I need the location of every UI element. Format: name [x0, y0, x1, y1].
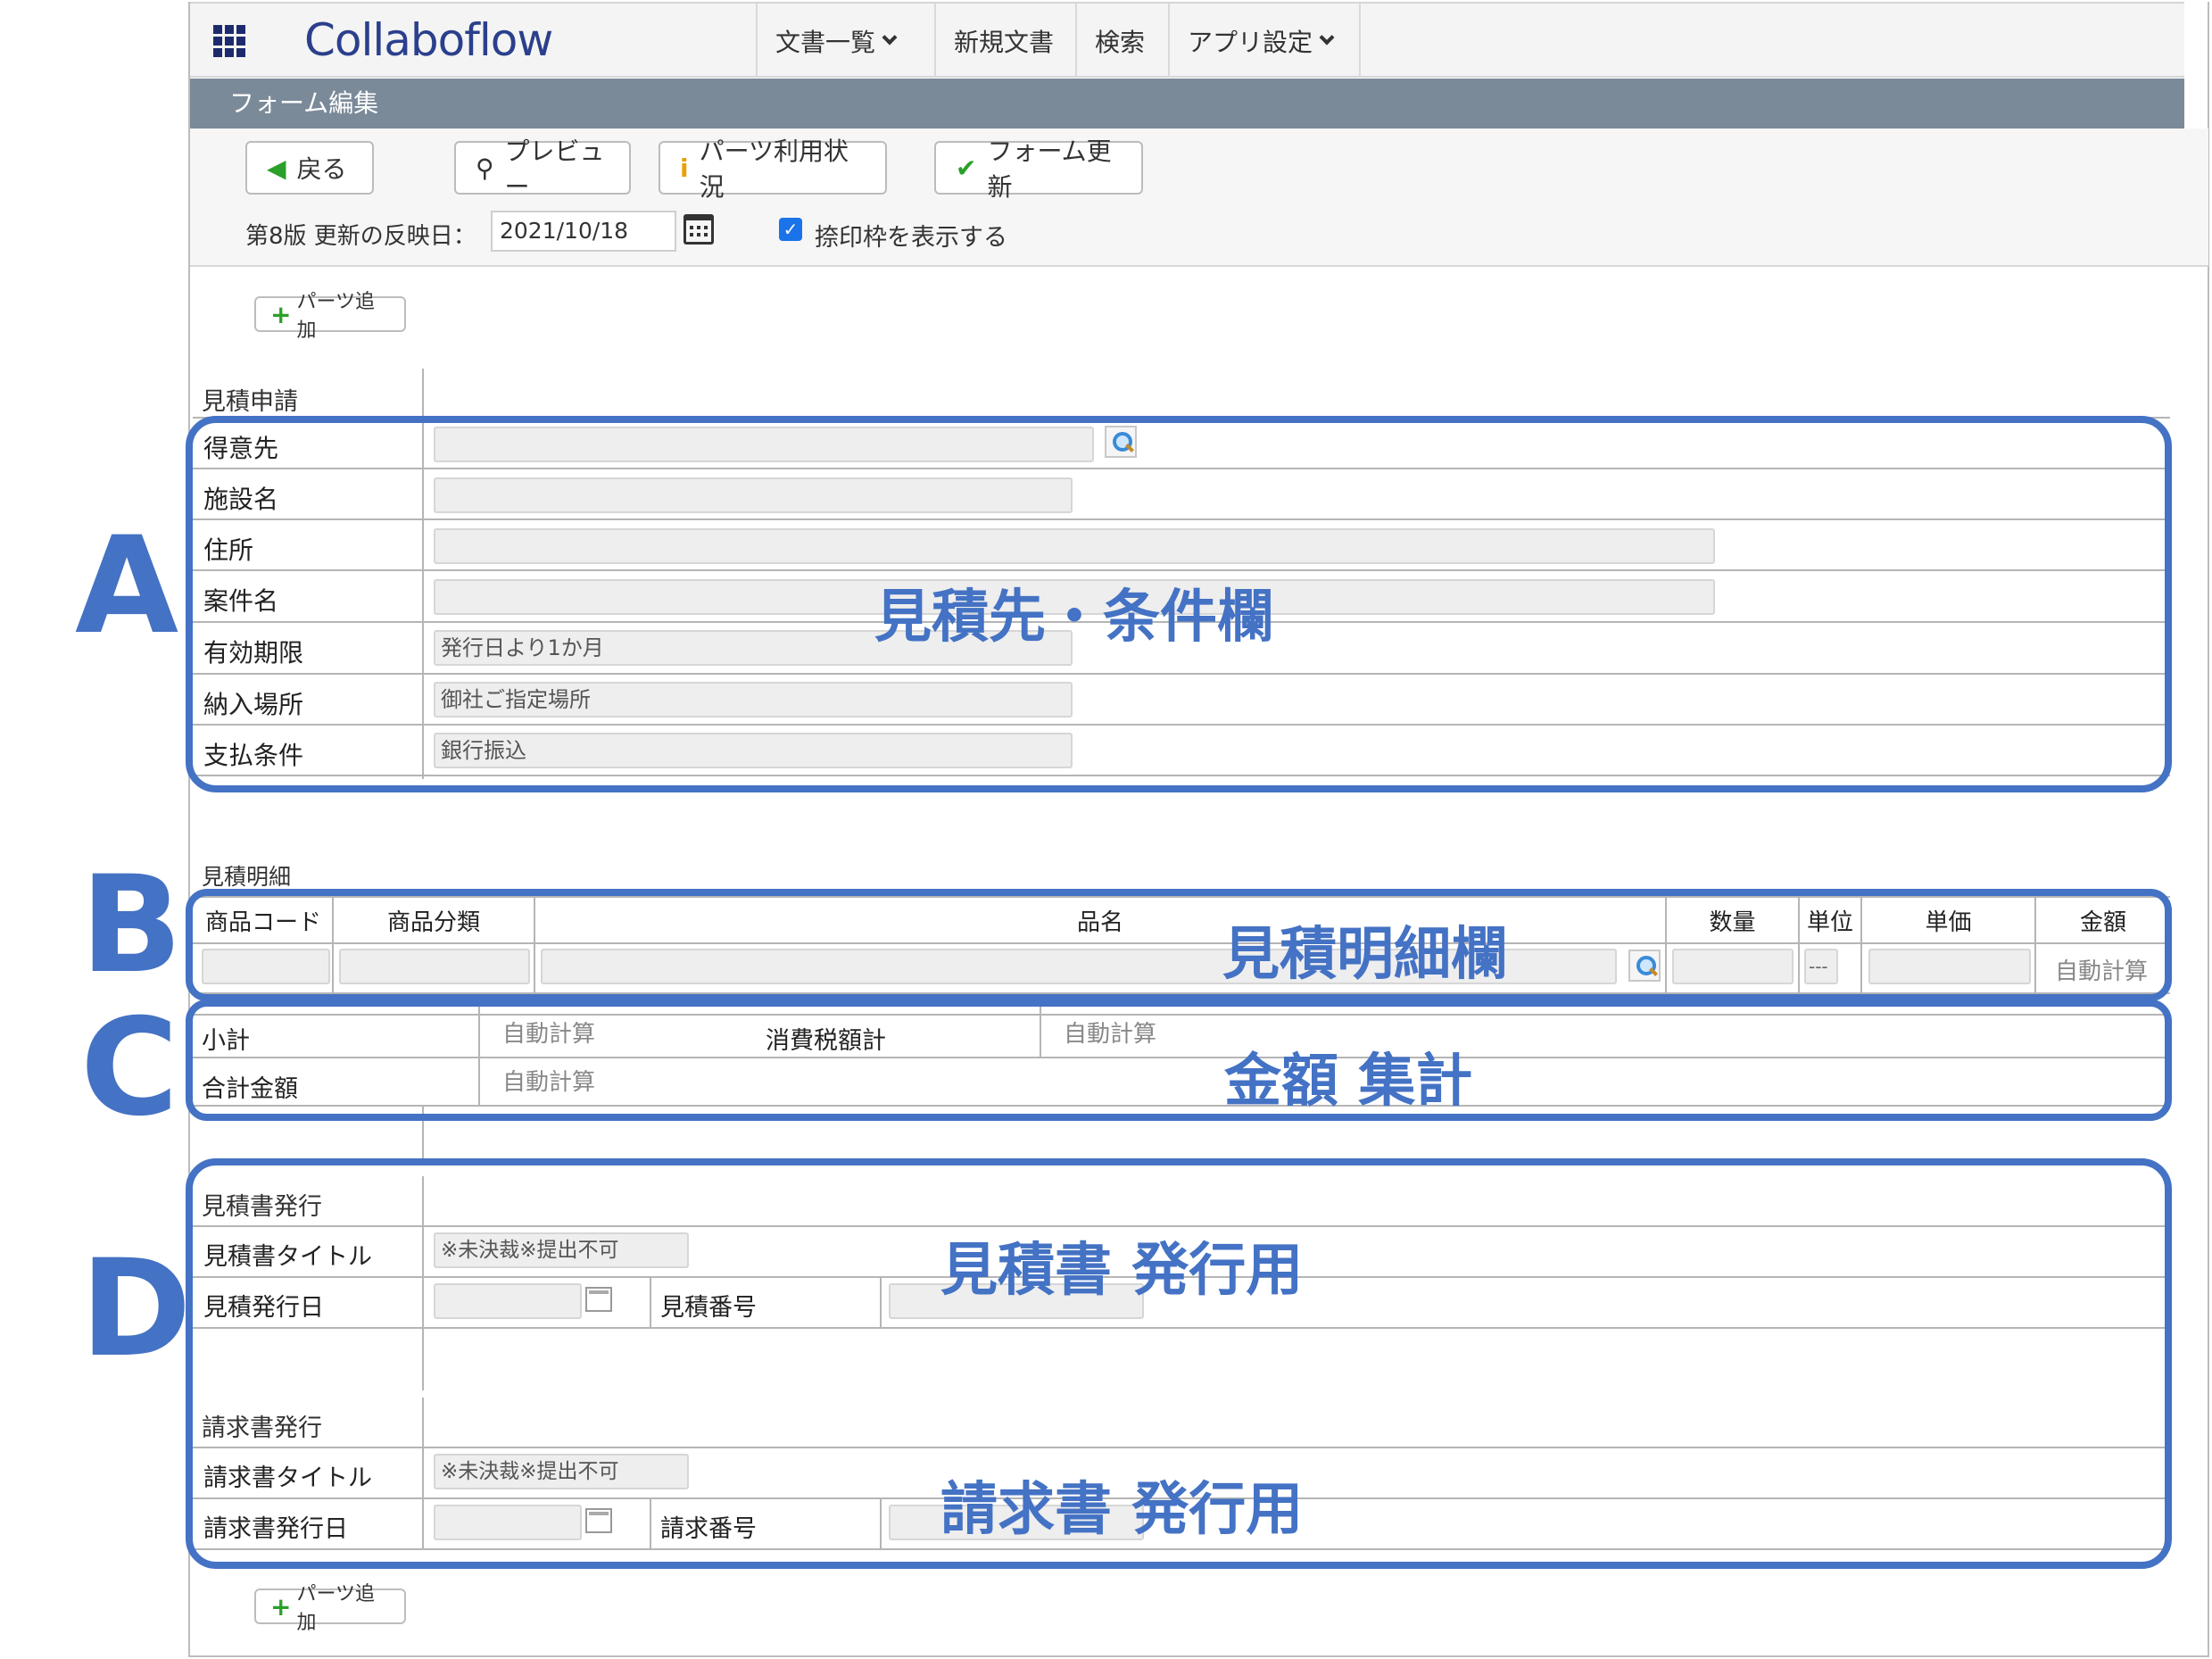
parts-usage-button-label: パーツ利用状況: [699, 137, 849, 202]
annotation-letter-c: C: [80, 991, 179, 1146]
add-parts-label: パーツ追加: [296, 291, 376, 342]
parts-usage-button[interactable]: i パーツ利用状況: [659, 137, 887, 202]
version-label: 第8版 更新の反映日：: [245, 223, 476, 250]
preview-button[interactable]: ⚲ プレビュー: [454, 137, 631, 202]
page-title: フォーム編集: [190, 79, 2184, 129]
update-form-button[interactable]: ✔ フォーム更新: [934, 137, 1143, 202]
app-logo[interactable]: Collaboflow: [304, 14, 553, 66]
grid-icon[interactable]: [213, 25, 247, 57]
annotation-box-b: [186, 889, 2172, 1001]
annotation-text-a: 見積先・条件欄: [874, 585, 1274, 651]
nav-search[interactable]: 検索: [1075, 4, 1168, 78]
annotation-text-c: 金額 集計: [1224, 1049, 1473, 1115]
annotation-letter-b: B: [80, 848, 183, 1003]
nav-app-settings[interactable]: アプリ設定: [1168, 4, 1361, 78]
top-navbar: Collaboflow 文書一覧 新規文書 検索 アプリ設定: [190, 2, 2184, 78]
annotation-box-c: [186, 1000, 2172, 1121]
section-b-title: 見積明細: [202, 864, 292, 890]
calendar-icon[interactable]: [683, 214, 714, 245]
section-a-title: 見積申請: [202, 388, 298, 416]
add-parts-button-bottom[interactable]: + パーツ追加: [254, 1583, 406, 1634]
back-button-label: 戻る: [296, 154, 347, 184]
chevron-down-icon: [882, 29, 898, 45]
nav-app-settings-label: アプリ設定: [1188, 27, 1313, 57]
annotation-text-d2: 請求書 発行用: [940, 1477, 1304, 1543]
back-arrow-icon: ◀: [267, 153, 286, 183]
add-parts-label: パーツ追加: [296, 1583, 376, 1634]
back-button[interactable]: ◀ 戻る: [245, 141, 374, 195]
stamp-checkbox[interactable]: ✓: [779, 218, 802, 241]
check-icon: ✔: [956, 153, 977, 183]
add-parts-button-top[interactable]: + パーツ追加: [254, 291, 406, 342]
info-icon: i: [680, 153, 689, 183]
nav-new-document-label: 新規文書: [954, 27, 1055, 57]
toolbar: ◀ 戻る ⚲ プレビュー i パーツ利用状況 ✔ フォーム更新 第8版 更新の反映日： …: [190, 129, 2208, 267]
plus-icon: +: [270, 299, 292, 329]
search-icon: ⚲: [476, 153, 494, 183]
preview-button-label: プレビュー: [504, 137, 605, 202]
plus-icon: +: [270, 1591, 292, 1622]
chevron-down-icon: [1319, 29, 1335, 45]
nav-search-label: 検索: [1095, 27, 1146, 57]
annotation-text-d1: 見積書 発行用: [940, 1238, 1304, 1304]
annotation-letter-a: A: [75, 509, 179, 664]
effective-date-input[interactable]: 2021/10/18: [491, 211, 676, 252]
nav-documents-label: 文書一覧: [775, 27, 876, 57]
stamp-checkbox-label: 捺印枠を表示する: [815, 224, 1007, 252]
annotation-letter-d: D: [80, 1232, 192, 1387]
update-form-button-label: フォーム更新: [987, 137, 1112, 202]
annotation-text-b: 見積明細欄: [1222, 922, 1508, 988]
nav-documents[interactable]: 文書一覧: [756, 4, 934, 78]
nav-new-document[interactable]: 新規文書: [934, 4, 1075, 78]
